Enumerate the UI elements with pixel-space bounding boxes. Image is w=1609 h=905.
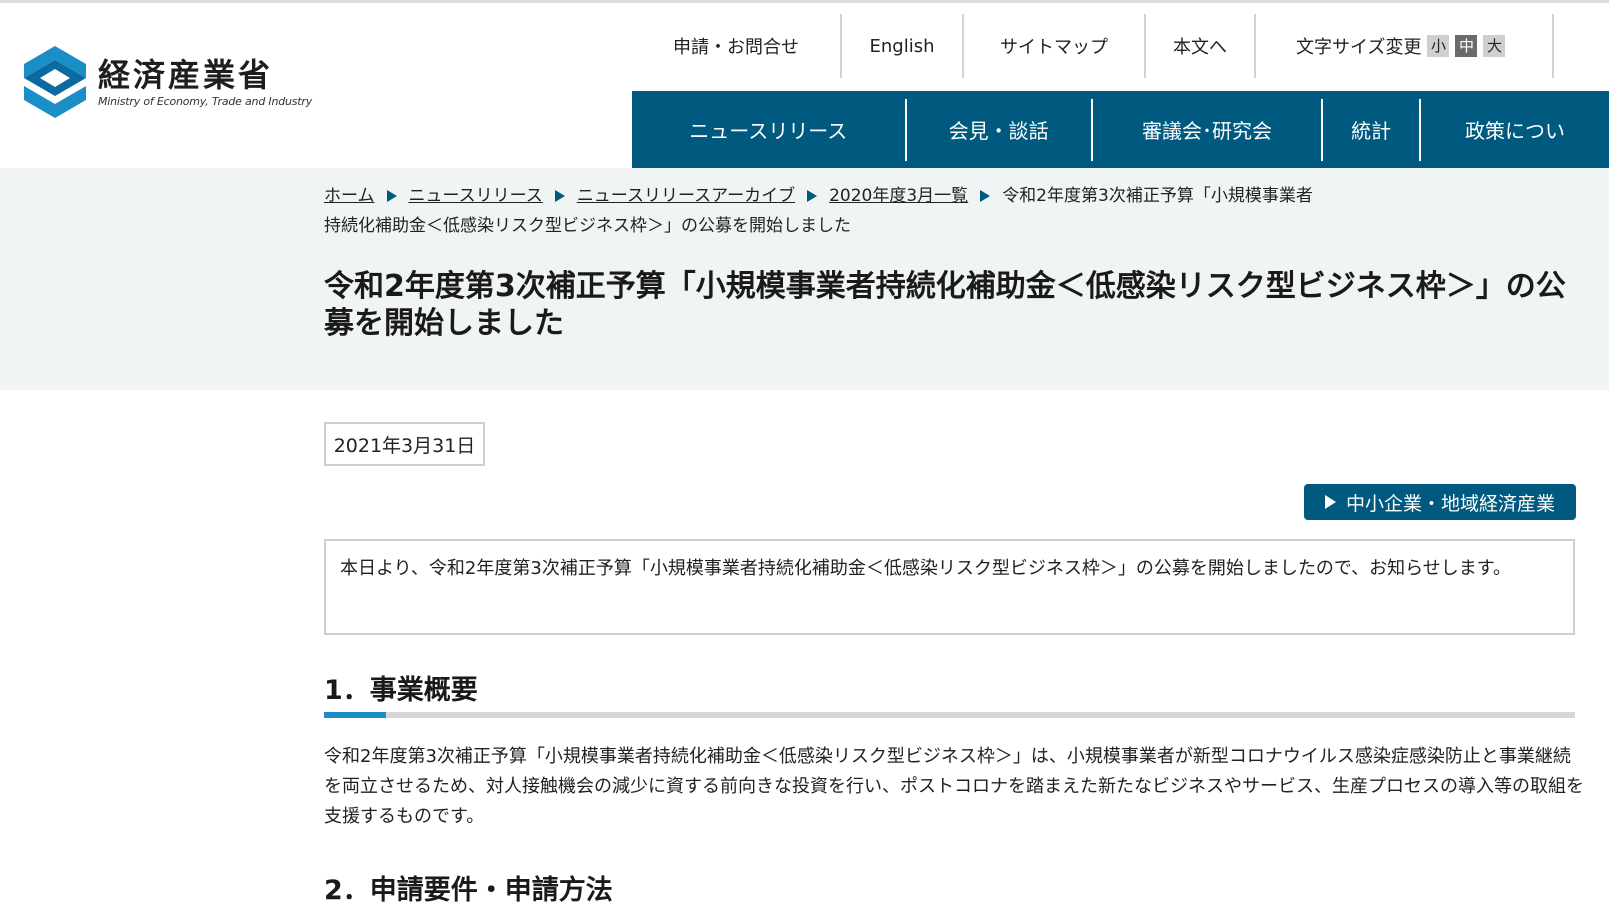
breadcrumb-month[interactable]: 2020年度3月一覧 [829, 186, 968, 206]
publish-date: 2021年3月31日 [324, 422, 485, 466]
font-size-large-button[interactable]: 大 [1483, 35, 1506, 57]
font-size-small-button[interactable]: 小 [1427, 35, 1450, 57]
breadcrumb-news[interactable]: ニュースリリース [409, 186, 543, 206]
nav-policy[interactable]: 政策につい [1421, 99, 1609, 161]
top-border [0, 0, 1609, 3]
nav-press-conference[interactable]: 会見・談話 [907, 98, 1093, 161]
meti-logo[interactable]: 経済産業省 Ministry of Economy, Trade and Ind… [22, 44, 312, 120]
font-size-control: 文字サイズ変更 小 中 大 [1256, 14, 1554, 78]
category-label: 中小企業・地域経済産業 [1345, 492, 1555, 515]
breadcrumb-archive[interactable]: ニュースリリースアーカイブ [577, 186, 795, 206]
breadcrumb: ホーム ニュースリリース ニュースリリースアーカイブ 2020年度3月一覧 令和2年度第… [324, 181, 1324, 241]
meti-logo-icon [24, 46, 86, 118]
skip-to-body-link[interactable]: 本文へ [1146, 14, 1256, 78]
inquiry-link[interactable]: 申請・お問合せ [632, 14, 842, 78]
nav-councils[interactable]: 審議会･研究会 [1093, 98, 1324, 161]
font-size-label: 文字サイズ変更 [1296, 37, 1422, 58]
breadcrumb-arrow-icon [980, 190, 991, 202]
section-body-overview: 令和2年度第3次補正予算「小規模事業者持続化補助金＜低感染リスク型ビジネス枠＞」… [324, 746, 1584, 827]
sitemap-link[interactable]: サイトマップ [964, 14, 1146, 78]
logo-english: Ministry of Economy, Trade and Industry [98, 94, 313, 108]
lead-text: 本日より、令和2年度第3次補正予算「小規模事業者持続化補助金＜低感染リスク型ビジ… [324, 539, 1575, 635]
logo-japanese: 経済産業省 [98, 55, 274, 94]
english-link[interactable]: English [842, 14, 964, 78]
global-nav: ニュースリリース 会見・談話 審議会･研究会 統計 政策につい [632, 91, 1609, 168]
category-button[interactable]: 中小企業・地域経済産業 [1304, 484, 1576, 520]
nav-news-release[interactable]: ニュースリリース [632, 98, 907, 161]
section-heading-requirements: 2．申請要件・申請方法 [324, 875, 613, 905]
heading-underline [324, 712, 1575, 718]
breadcrumb-home[interactable]: ホーム [324, 186, 375, 206]
heading-underline-accent [324, 712, 386, 718]
breadcrumb-arrow-icon [386, 190, 397, 202]
page-title: 令和2年度第3次補正予算「小規模事業者持続化補助金＜低感染リスク型ビジネス枠＞」… [324, 269, 1566, 341]
utility-nav: 申請・お問合せ English サイトマップ 本文へ 文字サイズ変更 小 中 大 [632, 14, 1554, 78]
section-heading-overview: 1．事業概要 [324, 675, 478, 706]
nav-statistics[interactable]: 統計 [1323, 98, 1422, 161]
font-size-medium-button[interactable]: 中 [1455, 35, 1478, 57]
play-arrow-icon [1324, 495, 1336, 509]
breadcrumb-arrow-icon [807, 190, 818, 202]
breadcrumb-arrow-icon [554, 190, 565, 202]
